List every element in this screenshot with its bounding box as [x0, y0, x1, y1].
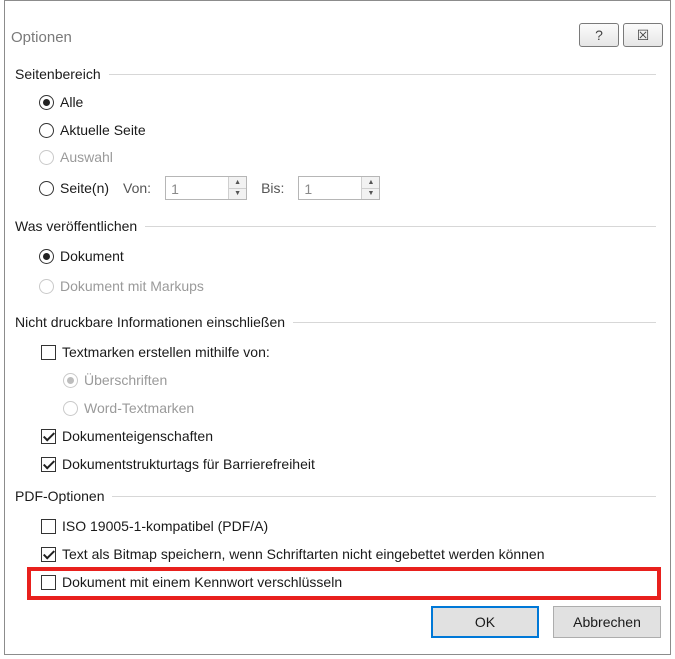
radio-alle[interactable]: Alle [39, 91, 83, 113]
von-label: Von: [123, 180, 152, 196]
checkbox[interactable] [41, 456, 56, 472]
group-veroeffentlichen: Was veröffentlichen [15, 217, 656, 235]
radio-label: Dokument mit Markups [60, 278, 204, 294]
radio-label: Word-Textmarken [84, 400, 195, 416]
checkbox-iso[interactable]: ISO 19005-1-kompatibel (PDF/A) [41, 515, 268, 537]
help-button[interactable]: ? [579, 23, 619, 47]
radio-word-textmarken: Word-Textmarken [63, 397, 194, 419]
checkbox-strukturtags[interactable]: Dokumentstrukturtags für Barrierefreihei… [41, 453, 315, 475]
bis-spin-arrows[interactable]: ▲ ▼ [361, 177, 380, 199]
close-button[interactable]: ☒ [623, 23, 663, 47]
radio-button[interactable] [39, 94, 54, 110]
radio-label: Dokument [60, 248, 124, 264]
group-divider [293, 321, 656, 323]
radio-button [39, 278, 54, 294]
title-bar[interactable]: Optionen ? ☒ [5, 1, 670, 57]
group-label: PDF-Optionen [15, 488, 105, 504]
ok-button[interactable]: OK [431, 606, 539, 638]
radio-button[interactable] [39, 180, 54, 196]
group-nicht-druckbar: Nicht druckbare Informationen einschließ… [15, 313, 656, 331]
radio-label: Überschriften [84, 372, 168, 388]
checkbox-label: Text als Bitmap speichern, wenn Schrifta… [62, 546, 545, 562]
bis-spinner[interactable]: 1 ▲ ▼ [298, 176, 381, 200]
group-divider [108, 73, 656, 75]
close-icon: ☒ [636, 26, 650, 43]
checkbox-label: ISO 19005-1-kompatibel (PDF/A) [62, 518, 269, 534]
radio-label: Seite(n) [60, 180, 110, 196]
help-icon: ? [595, 27, 603, 43]
radio-ueberschriften: Überschriften [63, 369, 167, 391]
radio-button [63, 400, 78, 416]
checkbox[interactable] [41, 546, 56, 562]
radio-label: Alle [60, 94, 84, 110]
radio-dokument[interactable]: Dokument [39, 245, 124, 267]
radio-seiten-row[interactable]: Seite(n) Von: 1 ▲ ▼ Bis: 1 ▲ ▼ [39, 175, 381, 201]
dialog-content: Seitenbereich Alle Aktuelle Seite Auswah… [5, 57, 670, 654]
checkbox-label: Dokumentstrukturtags für Barrierefreihei… [62, 456, 315, 472]
bis-label: Bis: [261, 180, 285, 196]
von-spin-arrows[interactable]: ▲ ▼ [228, 177, 247, 199]
checkbox-label: Textmarken erstellen mithilfe von: [62, 344, 270, 360]
group-label: Seitenbereich [15, 66, 101, 82]
von-spinner[interactable]: 1 ▲ ▼ [165, 176, 248, 200]
radio-aktuelle-seite[interactable]: Aktuelle Seite [39, 119, 146, 141]
checkbox[interactable] [41, 344, 56, 360]
checkbox[interactable] [41, 428, 56, 444]
group-seitenbereich: Seitenbereich [15, 65, 656, 83]
radio-button[interactable] [39, 248, 54, 264]
spin-down-icon[interactable]: ▼ [362, 187, 380, 199]
cancel-button[interactable]: Abbrechen [553, 606, 661, 638]
spin-down-icon[interactable]: ▼ [229, 187, 247, 199]
group-divider [112, 495, 656, 497]
dialog-title: Optionen [11, 29, 72, 46]
checkbox-bitmap[interactable]: Text als Bitmap speichern, wenn Schrifta… [41, 543, 545, 565]
checkbox-label: Dokumenteigenschaften [62, 428, 213, 444]
radio-button [63, 372, 78, 388]
radio-button [39, 149, 54, 165]
radio-dokument-markups: Dokument mit Markups [39, 275, 204, 297]
bis-value[interactable]: 1 [299, 177, 361, 199]
checkbox-dokumenteigenschaften[interactable]: Dokumenteigenschaften [41, 425, 213, 447]
spin-up-icon[interactable]: ▲ [229, 177, 247, 188]
radio-button[interactable] [39, 122, 54, 138]
highlight-box [27, 567, 661, 600]
checkbox[interactable] [41, 518, 56, 534]
group-divider [145, 225, 656, 227]
radio-label: Auswahl [60, 149, 113, 165]
radio-label: Aktuelle Seite [60, 122, 146, 138]
group-label: Nicht druckbare Informationen einschließ… [15, 314, 286, 330]
group-pdf-optionen: PDF-Optionen [15, 487, 656, 505]
radio-auswahl: Auswahl [39, 146, 113, 168]
von-value[interactable]: 1 [166, 177, 228, 199]
group-label: Was veröffentlichen [15, 218, 138, 234]
spin-up-icon[interactable]: ▲ [362, 177, 380, 188]
checkbox-textmarken[interactable]: Textmarken erstellen mithilfe von: [41, 341, 270, 363]
options-dialog: Optionen ? ☒ Seitenbereich Alle Aktuelle… [4, 0, 671, 655]
